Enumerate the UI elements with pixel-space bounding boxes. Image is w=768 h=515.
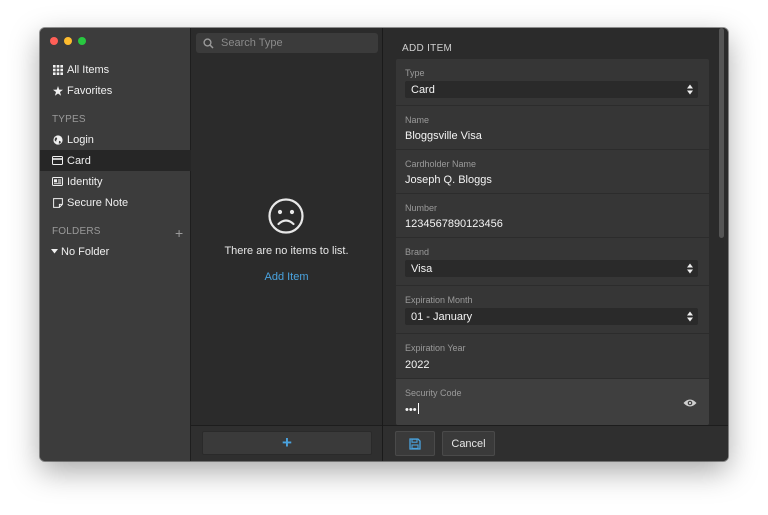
star-icon <box>52 85 63 96</box>
field-label: Cardholder Name <box>405 159 477 169</box>
sidebar-item-favorites[interactable]: Favorites <box>40 80 191 101</box>
field-label: Name <box>405 115 430 125</box>
type-field: Type Card <box>396 59 709 106</box>
sidebar-item-identity[interactable]: Identity <box>40 171 191 192</box>
select-value: Visa <box>411 262 433 275</box>
sidebar-item-login[interactable]: Login <box>40 129 191 150</box>
scrollbar[interactable] <box>719 28 724 238</box>
select-value: Card <box>411 83 435 96</box>
brand-select[interactable]: Visa <box>405 260 698 277</box>
field-label: Type <box>405 68 425 78</box>
sidebar-item-all-items[interactable]: All Items <box>40 59 191 80</box>
number-field[interactable]: Number 1234567890123456 <box>396 194 709 238</box>
expiration-year-field[interactable]: Expiration Year 2022 <box>396 334 709 379</box>
sidebar-item-label: No Folder <box>61 245 110 258</box>
eye-icon[interactable] <box>683 395 697 413</box>
search-input[interactable] <box>219 36 373 50</box>
grid-icon <box>52 64 63 75</box>
expiration-month-select[interactable]: 01 - January <box>405 308 698 325</box>
note-icon <box>52 197 63 208</box>
sidebar: All Items Favorites TYPES Login Card Ide… <box>40 28 191 461</box>
search-box[interactable] <box>196 33 378 53</box>
sidebar-item-label: Secure Note <box>67 196 129 209</box>
window-controls <box>50 37 86 45</box>
cardholder-name-input[interactable]: Joseph Q. Bloggs <box>405 174 492 186</box>
form-title: ADD ITEM <box>402 43 453 54</box>
sidebar-item-no-folder[interactable]: No Folder <box>40 241 191 262</box>
select-arrows-icon <box>687 263 693 274</box>
name-input[interactable]: Bloggsville Visa <box>405 130 482 142</box>
field-label: Expiration Month <box>405 295 473 305</box>
form-footer: Cancel <box>383 425 728 461</box>
id-card-icon <box>52 176 63 187</box>
globe-icon <box>52 134 63 145</box>
sidebar-item-label: Card <box>67 154 91 167</box>
sidebar-item-label: Identity <box>67 175 103 188</box>
security-code-input[interactable]: ••• <box>405 403 419 416</box>
cardholder-name-field[interactable]: Cardholder Name Joseph Q. Bloggs <box>396 150 709 194</box>
close-window-button[interactable] <box>50 37 58 45</box>
masked-value: ••• <box>405 404 417 416</box>
minimize-window-button[interactable] <box>64 37 72 45</box>
item-form-pane: ADD ITEM Type Card Name Bloggsville Visa… <box>383 28 728 461</box>
sidebar-item-label: Favorites <box>67 84 113 97</box>
field-label: Security Code <box>405 388 462 398</box>
security-code-field[interactable]: Security Code ••• <box>396 379 709 425</box>
card-number-input[interactable]: 1234567890123456 <box>405 218 503 230</box>
add-item-form: Type Card Name Bloggsville Visa Cardhold… <box>396 59 709 425</box>
sidebar-item-secure-note[interactable]: Secure Note <box>40 192 191 213</box>
add-folder-button[interactable]: + <box>175 226 183 240</box>
field-label: Expiration Year <box>405 343 466 353</box>
sad-face-icon <box>267 197 305 240</box>
add-item-link[interactable]: Add Item <box>191 271 382 283</box>
list-footer: + <box>191 425 382 461</box>
select-value: 01 - January <box>411 310 473 323</box>
items-list-pane: There are no items to list. Add Item + <box>191 28 383 461</box>
expiration-year-input[interactable]: 2022 <box>405 359 429 371</box>
select-arrows-icon <box>687 311 693 322</box>
field-label: Brand <box>405 247 430 257</box>
text-cursor <box>417 403 419 414</box>
credit-card-icon <box>52 155 63 166</box>
empty-list-message: There are no items to list. <box>224 245 349 257</box>
cancel-button[interactable]: Cancel <box>442 431 495 456</box>
folders-heading: FOLDERS <box>52 226 101 237</box>
sidebar-item-label: Login <box>67 133 94 146</box>
field-label: Number <box>405 203 438 213</box>
floppy-disk-icon <box>409 437 421 450</box>
type-select[interactable]: Card <box>405 81 698 98</box>
name-field[interactable]: Name Bloggsville Visa <box>396 106 709 150</box>
zoom-window-button[interactable] <box>78 37 86 45</box>
sidebar-item-card[interactable]: Card <box>40 150 191 171</box>
sidebar-item-label: All Items <box>67 63 110 76</box>
search-icon <box>203 37 214 49</box>
add-item-button[interactable]: + <box>202 431 372 455</box>
types-heading: TYPES <box>52 114 86 125</box>
select-arrows-icon <box>687 84 693 95</box>
brand-field: Brand Visa <box>396 238 709 286</box>
app-window: All Items Favorites TYPES Login Card Ide… <box>40 28 728 461</box>
save-button[interactable] <box>395 431 435 456</box>
expiration-month-field: Expiration Month 01 - January <box>396 286 709 334</box>
caret-down-icon <box>51 246 58 257</box>
